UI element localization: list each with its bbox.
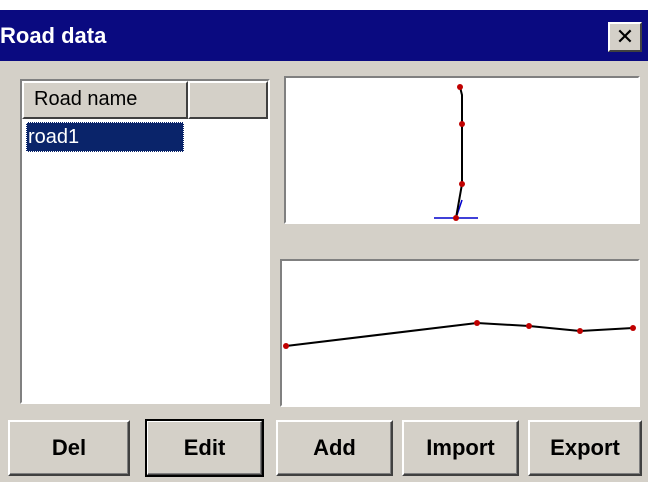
profile-vertex[interactable] (526, 323, 532, 329)
plan-vertex[interactable] (457, 84, 463, 90)
profile-view-canvas (283, 320, 636, 349)
column-header-road-name[interactable]: Road name (22, 81, 188, 119)
edit-button[interactable]: Edit (145, 419, 264, 477)
plan-vertex[interactable] (453, 215, 459, 221)
plan-alignment-line (455, 86, 463, 219)
add-button[interactable]: Add (276, 420, 393, 476)
plan-vertex[interactable] (459, 121, 465, 127)
road-list[interactable]: Road name road1 (20, 79, 270, 404)
profile-view-plot (280, 259, 640, 407)
profile-vertex[interactable] (474, 320, 480, 326)
plan-view-canvas (434, 84, 478, 221)
profile-vertex[interactable] (577, 328, 583, 334)
close-icon: ✕ (615, 24, 635, 49)
profile-vertex[interactable] (283, 343, 289, 349)
del-button[interactable]: Del (8, 420, 130, 476)
export-button[interactable]: Export (528, 420, 642, 476)
title-bar: Road data ✕ (0, 10, 648, 61)
column-header-extra[interactable] (188, 81, 268, 119)
import-button[interactable]: Import (402, 420, 519, 476)
profile-line (285, 321, 634, 347)
close-button[interactable]: ✕ (608, 22, 642, 52)
road-data-window: Road data ✕ Road name road1 Del Edit Add… (0, 10, 648, 482)
plan-vertex[interactable] (459, 181, 465, 187)
list-item-road1[interactable]: road1 (26, 122, 184, 152)
profile-vertex[interactable] (630, 325, 636, 331)
window-title: Road data (0, 23, 107, 48)
road-list-header: Road name (22, 81, 268, 119)
plan-view-plot (284, 76, 640, 224)
